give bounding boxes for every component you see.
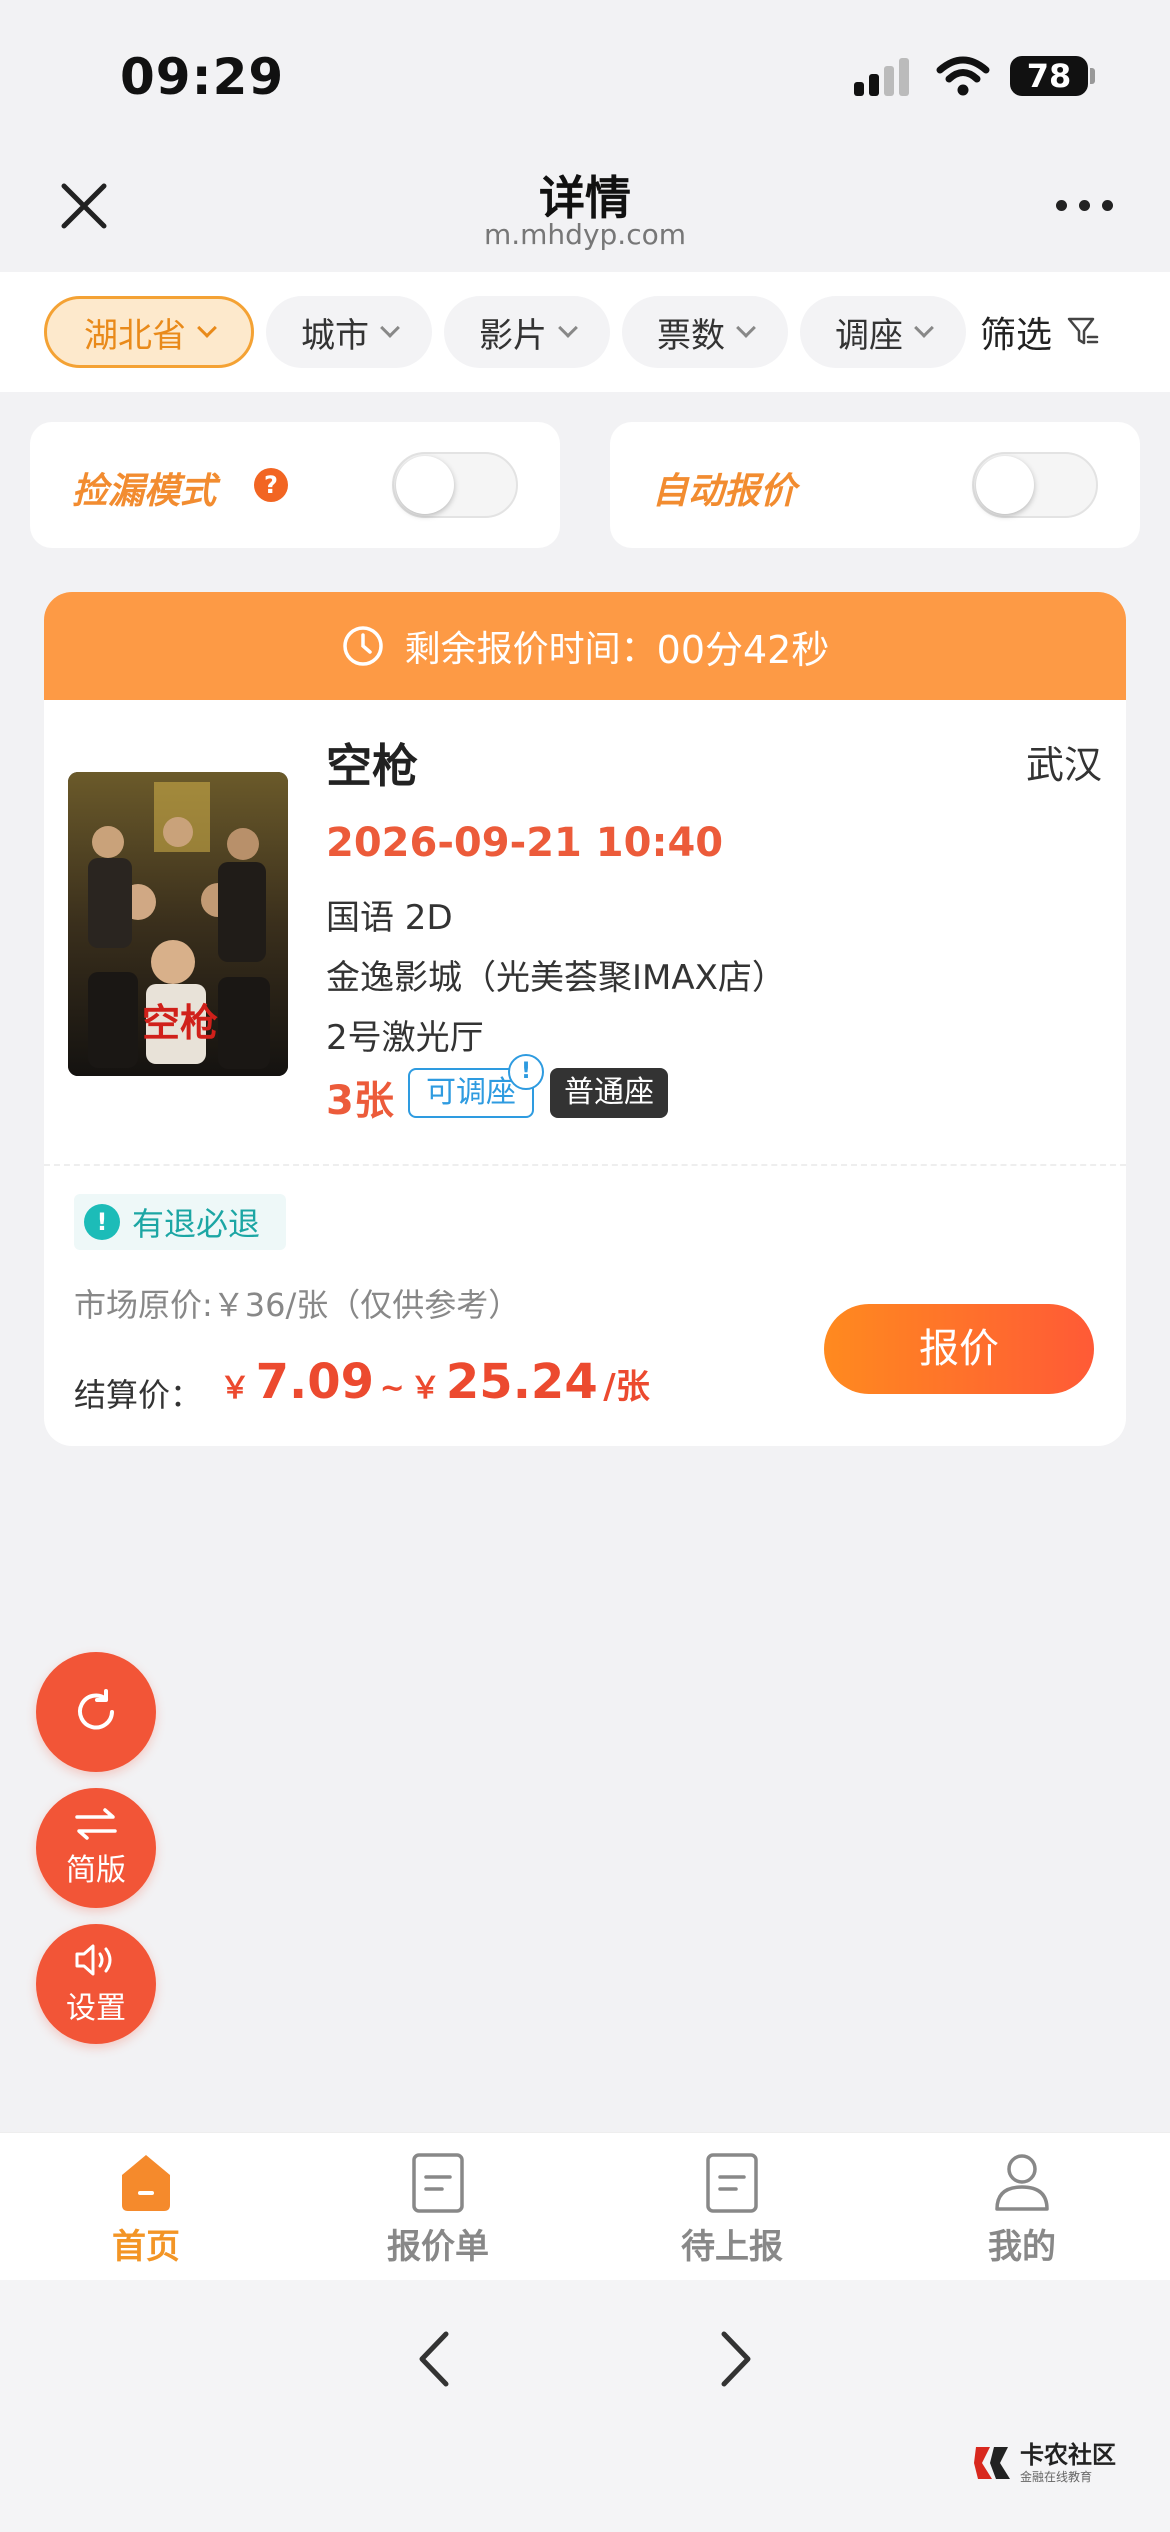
- city-label: 武汉: [1025, 743, 1102, 787]
- bottom-tab-bar: 首页 报价单 待上报 我的: [0, 2132, 1170, 2280]
- countdown-value: 00分42秒: [656, 627, 830, 672]
- filter-province-label: 湖北省: [84, 315, 186, 356]
- close-icon[interactable]: [56, 178, 112, 234]
- wifi-icon: [936, 56, 990, 96]
- screen-filter-button[interactable]: 筛选: [980, 296, 1100, 368]
- simple-mode-label: 简版: [66, 1853, 126, 1888]
- refresh-icon: [78, 1689, 114, 1730]
- tab-home[interactable]: 首页: [46, 2151, 246, 2268]
- cinema-name: 金逸影城（光美荟聚IMAX店）: [326, 958, 786, 998]
- refund-badge: ! 有退必退: [74, 1194, 287, 1250]
- watermark-title: 卡农社区: [1020, 2440, 1116, 2469]
- toggle-knob: [396, 456, 454, 514]
- info-icon[interactable]: !: [508, 1054, 544, 1090]
- battery-cap: [1090, 68, 1095, 84]
- refresh-button[interactable]: [36, 1652, 156, 1772]
- settings-button[interactable]: 设置: [36, 1924, 156, 2044]
- chevron-down-icon: [380, 318, 400, 338]
- speaker-icon: [75, 1944, 112, 1976]
- chevron-down-icon: [914, 318, 934, 338]
- chevron-down-icon: [558, 318, 578, 338]
- settle-price-label: 结算价：: [74, 1376, 203, 1414]
- quote-button[interactable]: 报价: [824, 1304, 1094, 1394]
- forward-arrow-icon[interactable]: [716, 2330, 756, 2388]
- movie-title: 空枪: [326, 739, 418, 793]
- pick-mode-card: 捡漏模式 ?: [30, 422, 560, 548]
- tab-home-label: 首页: [112, 2227, 180, 2267]
- language-format: 国语 2D: [326, 898, 453, 938]
- chevron-down-icon: [197, 318, 217, 338]
- tab-mine-label: 我的: [988, 2227, 1056, 2267]
- hall-name: 2号激光厅: [326, 1018, 484, 1058]
- document-icon: [706, 2153, 758, 2213]
- filter-bar: 湖北省 城市 影片 票数 调座 筛选: [0, 272, 1170, 392]
- more-options-icon[interactable]: [1056, 200, 1116, 214]
- tab-quotes[interactable]: 报价单: [338, 2151, 538, 2268]
- back-arrow-icon[interactable]: [414, 2330, 454, 2388]
- filter-seat-adjust-label: 调座: [835, 315, 903, 356]
- refund-label: 有退必退: [132, 1205, 261, 1243]
- auto-quote-card: 自动报价: [610, 422, 1140, 548]
- screen-filter-label: 筛选: [980, 315, 1053, 356]
- filter-city[interactable]: 城市: [266, 296, 432, 368]
- ticket-quantity: 3张: [326, 1078, 394, 1124]
- countdown-bar: 剩余报价时间： 00分42秒: [44, 592, 1126, 700]
- settle-price-range: ￥ 7.09 ~ ￥ 25.24 /张: [220, 1354, 650, 1410]
- poster-title: 空枪: [142, 1001, 219, 1045]
- filter-ticket-count[interactable]: 票数: [622, 296, 788, 368]
- status-time: 09:29: [120, 48, 285, 106]
- settings-label: 设置: [66, 1991, 126, 2026]
- currency-symbol: ￥: [410, 1371, 441, 1406]
- tab-pending[interactable]: 待上报: [632, 2151, 832, 2268]
- filter-city-label: 城市: [301, 315, 369, 356]
- filter-ticket-count-label: 票数: [657, 315, 725, 356]
- browser-toolbar: [0, 2280, 1170, 2532]
- auto-quote-label: 自动报价: [652, 471, 797, 512]
- movie-poster: 空枪: [68, 772, 288, 1076]
- price-range-tilde: ~: [379, 1371, 405, 1406]
- simple-mode-button[interactable]: 简版: [36, 1788, 156, 1908]
- toggle-knob: [976, 456, 1034, 514]
- home-icon: [122, 2155, 170, 2211]
- help-icon[interactable]: ?: [254, 468, 288, 502]
- countdown-label: 剩余报价时间：: [404, 629, 657, 670]
- card-divider: [44, 1164, 1126, 1166]
- watermark-subtitle: 金融在线教育: [1020, 2469, 1093, 2484]
- tab-quotes-label: 报价单: [387, 2227, 489, 2267]
- price-min: 7.09: [255, 1354, 375, 1410]
- pick-mode-toggle[interactable]: [392, 452, 518, 518]
- filter-province[interactable]: 湖北省: [44, 296, 254, 368]
- document-icon: [412, 2153, 464, 2213]
- battery-indicator: 78: [1010, 56, 1088, 96]
- order-card: 剩余报价时间： 00分42秒 空枪 空枪 武汉 2026-09-21 10:40…: [44, 592, 1126, 1446]
- price-unit: /张: [603, 1367, 650, 1407]
- chevron-down-icon: [736, 318, 756, 338]
- showtime: 2026-09-21 10:40: [326, 820, 724, 866]
- filter-movie-label: 影片: [479, 315, 547, 356]
- person-icon: [995, 2154, 1049, 2211]
- filter-seat-adjust[interactable]: 调座: [800, 296, 966, 368]
- seat-type-tag: 普通座: [550, 1068, 668, 1118]
- page-url: m.mhdyp.com: [483, 218, 686, 251]
- cellular-signal-icon: [854, 56, 914, 96]
- watermark: 卡农社区 金融在线教育: [972, 2438, 1116, 2488]
- currency-symbol: ￥: [220, 1371, 250, 1406]
- auto-quote-toggle[interactable]: [972, 452, 1098, 518]
- alert-icon: !: [84, 1204, 120, 1240]
- tab-pending-label: 待上报: [681, 2227, 783, 2267]
- market-price: 市场原价:￥36/张（仅供参考）: [74, 1286, 521, 1324]
- funnel-icon: [1067, 317, 1099, 345]
- filter-movie[interactable]: 影片: [444, 296, 610, 368]
- swap-icon: [75, 1808, 117, 1840]
- watermark-logo-icon: [974, 2447, 1010, 2479]
- price-max: 25.24: [445, 1354, 598, 1410]
- pick-mode-label: 捡漏模式: [72, 471, 217, 512]
- tab-mine[interactable]: 我的: [922, 2151, 1122, 2268]
- clock-icon: [342, 626, 383, 666]
